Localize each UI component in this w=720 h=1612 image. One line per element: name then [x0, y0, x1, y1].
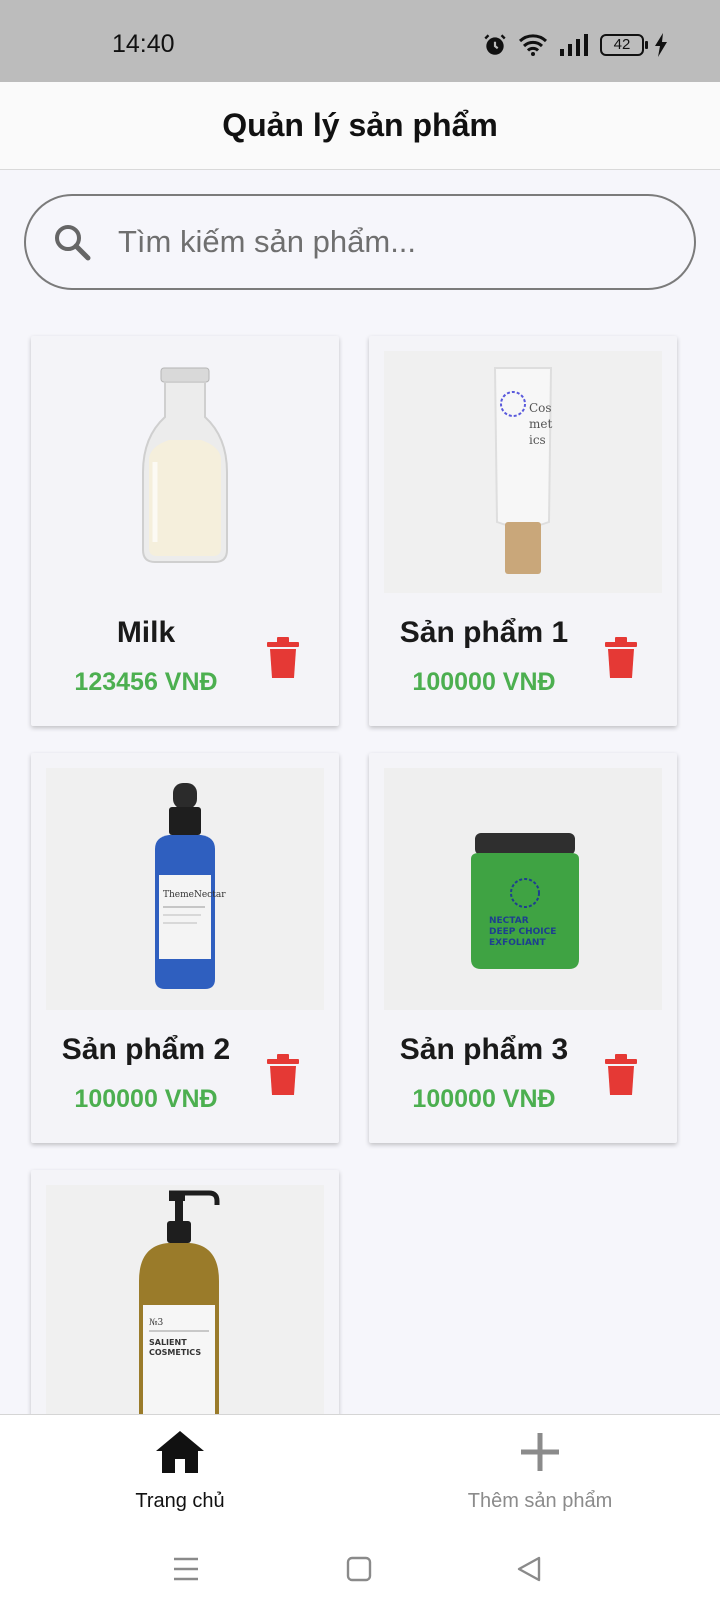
product-card[interactable]: NECTAR DEEP CHOICE EXFOLIANT Sản phẩm 3 …: [369, 753, 677, 1143]
nav-home-button[interactable]: Trang chủ: [70, 1429, 290, 1513]
app-header: Quản lý sản phẩm: [0, 82, 720, 170]
charging-icon: [655, 33, 667, 57]
svg-text:met: met: [529, 417, 552, 431]
delete-icon[interactable]: [601, 636, 641, 680]
bottom-navigation: Trang chủ Thêm sản phẩm: [0, 1414, 720, 1540]
svg-text:ThemeNectar: ThemeNectar: [163, 890, 226, 900]
delete-icon[interactable]: [601, 1053, 641, 1097]
pump-bottle-image: №3 SALIENT COSMETICS: [139, 1190, 220, 1425]
product-card[interactable]: Milk 123456 VNĐ: [31, 336, 339, 726]
product-price: 100000 VNĐ: [412, 668, 556, 696]
status-bar: 14:40 42: [0, 0, 720, 82]
signal-icon: [560, 34, 588, 56]
product-image: ThemeNectar: [46, 768, 324, 1010]
delete-icon[interactable]: [263, 636, 303, 680]
product-name: Milk: [116, 616, 176, 649]
svg-text:ics: ics: [529, 433, 546, 447]
svg-text:Cos: Cos: [529, 401, 552, 415]
product-card[interactable]: Cos met ics Sản phẩm 1 100000 VNĐ: [369, 336, 677, 726]
milk-bottle-image: [142, 367, 228, 563]
alarm-icon: [484, 34, 506, 55]
product-price: 123456 VNĐ: [74, 668, 218, 696]
page-title: Quản lý sản phẩm: [222, 107, 498, 143]
plus-icon: [521, 1433, 559, 1471]
search-input[interactable]: [118, 224, 658, 260]
product-card[interactable]: ThemeNectar Sản phẩm 2 100000 VNĐ: [31, 753, 339, 1143]
product-name: Sản phẩm 3: [399, 1033, 569, 1066]
search-bar[interactable]: [24, 194, 696, 290]
wifi-icon: [518, 34, 548, 56]
home-icon: [156, 1431, 204, 1473]
product-image: [46, 351, 324, 593]
product-image: Cos met ics: [384, 351, 662, 593]
system-navigation-bar: [0, 1540, 720, 1612]
nav-add-product-label: Thêm sản phẩm: [467, 1490, 613, 1512]
svg-text:DEEP CHOICE: DEEP CHOICE: [489, 927, 556, 937]
product-price: 100000 VNĐ: [412, 1085, 556, 1113]
product-image: NECTAR DEEP CHOICE EXFOLIANT: [384, 768, 662, 1010]
status-icons: 42: [482, 28, 668, 62]
dropper-bottle-image: ThemeNectar: [155, 783, 226, 989]
product-name: Sản phẩm 1: [399, 616, 569, 649]
jar-image: NECTAR DEEP CHOICE EXFOLIANT: [471, 833, 579, 969]
home-square-icon[interactable]: [346, 1554, 372, 1584]
svg-text:SALIENT: SALIENT: [149, 1338, 187, 1347]
product-image: №3 SALIENT COSMETICS: [46, 1185, 324, 1445]
menu-icon[interactable]: [172, 1554, 200, 1584]
svg-text:COSMETICS: COSMETICS: [149, 1348, 201, 1357]
product-price: 100000 VNĐ: [74, 1085, 218, 1113]
battery-icon: 42: [600, 34, 648, 56]
product-name: Sản phẩm 2: [61, 1033, 231, 1066]
cosmetic-tube-image: Cos met ics: [493, 367, 552, 574]
nav-add-product-button[interactable]: Thêm sản phẩm: [430, 1429, 650, 1513]
delete-icon[interactable]: [263, 1053, 303, 1097]
back-icon[interactable]: [516, 1554, 542, 1584]
svg-text:EXFOLIANT: EXFOLIANT: [489, 938, 546, 948]
nav-home-label: Trang chủ: [135, 1490, 225, 1512]
search-icon: [55, 225, 91, 261]
status-time: 14:40: [112, 30, 175, 58]
svg-text:NECTAR: NECTAR: [489, 916, 529, 926]
svg-text:№3: №3: [149, 1318, 164, 1328]
